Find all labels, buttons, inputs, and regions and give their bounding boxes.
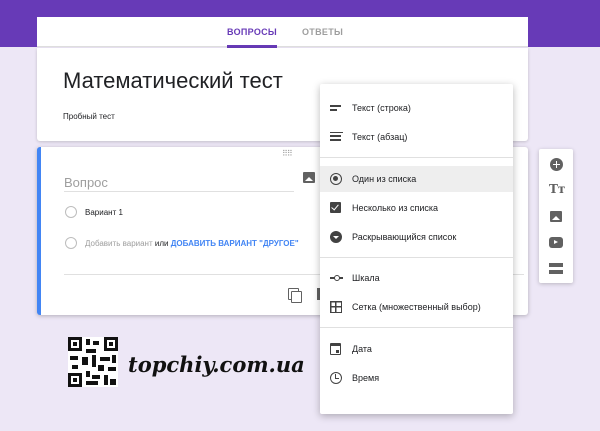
question-title-input[interactable] xyxy=(64,174,294,192)
menu-item-label: Сетка (множественный выбор) xyxy=(352,302,481,312)
menu-item-label: Текст (абзац) xyxy=(352,132,408,142)
or-text: или xyxy=(154,239,169,248)
menu-item-label: Раскрывающийся список xyxy=(352,232,457,242)
menu-item-checkboxes[interactable]: Несколько из списка xyxy=(320,195,513,221)
menu-item-multiple-choice[interactable]: Один из списка xyxy=(320,166,513,192)
option-1-label[interactable]: Вариант 1 xyxy=(85,208,123,217)
short-text-icon xyxy=(330,102,343,114)
add-question-button[interactable] xyxy=(539,151,573,177)
image-icon xyxy=(550,211,562,222)
checkbox-icon xyxy=(330,202,341,213)
add-option-row: Добавить вариант или ДОБАВИТЬ ВАРИАНТ "Д… xyxy=(85,239,299,248)
add-circle-icon xyxy=(550,158,563,171)
form-title[interactable]: Математический тест xyxy=(63,68,283,94)
tab-bar: ВОПРОСЫ ОТВЕТЫ xyxy=(37,17,528,48)
option-radio-icon xyxy=(65,206,77,218)
add-option-link[interactable]: Добавить вариант xyxy=(85,239,153,248)
menu-item-label: Дата xyxy=(352,344,372,354)
menu-divider xyxy=(320,157,513,158)
tab-responses[interactable]: ОТВЕТЫ xyxy=(302,17,343,47)
calendar-icon xyxy=(330,343,341,355)
title-text-icon: Tт xyxy=(549,182,566,196)
side-toolbar: Tт xyxy=(539,149,573,283)
menu-item-label: Один из списка xyxy=(352,174,417,184)
form-description[interactable]: Пробный тест xyxy=(63,112,115,121)
duplicate-icon[interactable] xyxy=(288,288,302,303)
dropdown-icon xyxy=(330,231,342,243)
menu-item-label: Текст (строка) xyxy=(352,103,411,113)
menu-divider xyxy=(320,327,513,328)
menu-item-label: Время xyxy=(352,373,380,383)
add-other-link[interactable]: ДОБАВИТЬ ВАРИАНТ "ДРУГОЕ" xyxy=(171,239,299,248)
add-image-icon[interactable] xyxy=(303,172,315,183)
radio-icon xyxy=(330,173,342,185)
linear-scale-icon xyxy=(330,272,343,284)
menu-item-label: Несколько из списка xyxy=(352,203,439,213)
add-title-button[interactable]: Tт xyxy=(539,177,573,203)
menu-item-label: Шкала xyxy=(352,273,380,283)
video-icon xyxy=(549,237,563,248)
add-image-button[interactable] xyxy=(539,203,573,229)
menu-item-date[interactable]: Дата xyxy=(320,336,513,362)
section-icon xyxy=(549,263,563,274)
menu-item-short-text[interactable]: Текст (строка) xyxy=(320,95,513,121)
watermark-text: topchiy.com.ua xyxy=(128,352,305,377)
menu-item-time[interactable]: Время xyxy=(320,365,513,391)
menu-item-paragraph[interactable]: Текст (абзац) xyxy=(320,124,513,150)
paragraph-icon xyxy=(330,132,343,142)
menu-item-dropdown[interactable]: Раскрывающийся список xyxy=(320,224,513,250)
question-type-menu: Текст (строка) Текст (абзац) Один из спи… xyxy=(320,84,513,414)
qr-code xyxy=(68,337,118,387)
menu-divider xyxy=(320,257,513,258)
add-option-radio-icon xyxy=(65,237,77,249)
add-section-button[interactable] xyxy=(539,255,573,281)
tab-questions[interactable]: ВОПРОСЫ xyxy=(227,17,278,48)
menu-item-linear-scale[interactable]: Шкала xyxy=(320,265,513,291)
add-video-button[interactable] xyxy=(539,229,573,255)
menu-item-grid[interactable]: Сетка (множественный выбор) xyxy=(320,294,513,320)
grid-icon xyxy=(330,301,342,313)
clock-icon xyxy=(330,372,342,384)
drag-handle-icon[interactable]: ⠿⠿ xyxy=(282,149,293,158)
